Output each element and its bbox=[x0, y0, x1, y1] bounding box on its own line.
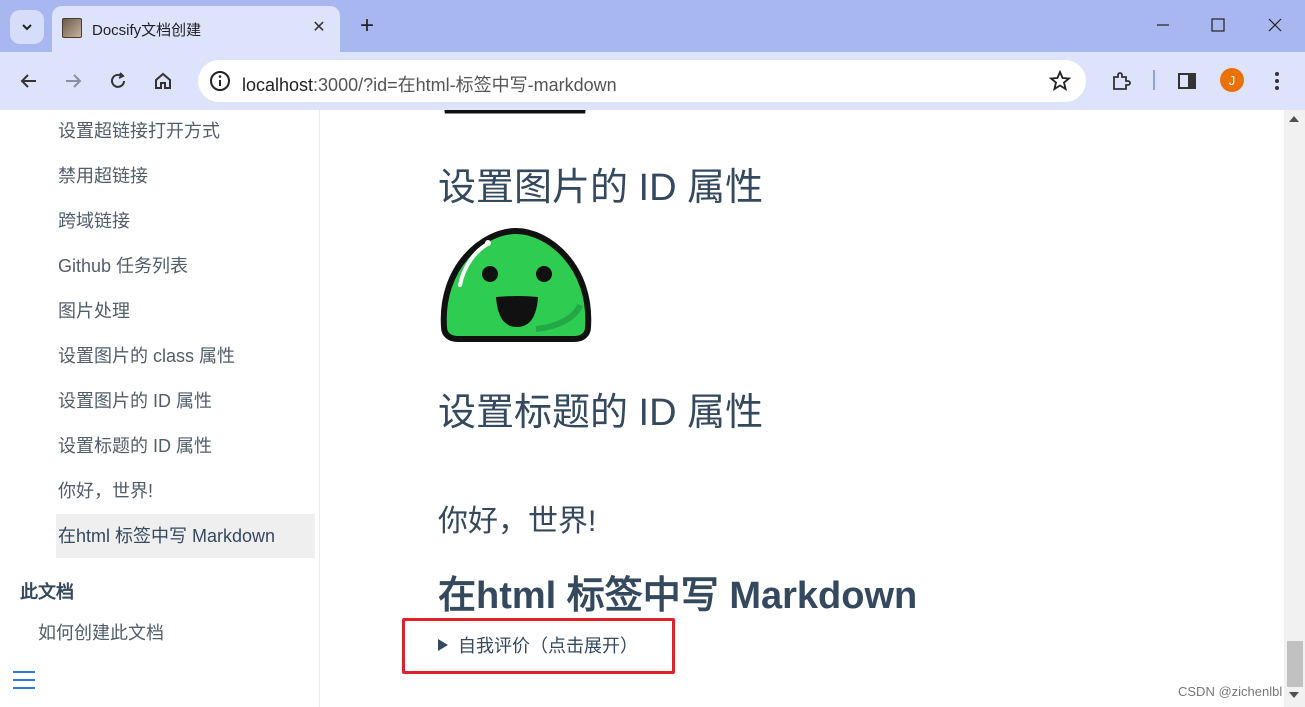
home-button[interactable] bbox=[148, 66, 178, 96]
hello-world-text: 你好，世界! bbox=[438, 505, 597, 538]
more-vert-icon bbox=[1275, 72, 1279, 90]
annotation-highlight-box bbox=[402, 618, 675, 674]
browser-menu-button[interactable] bbox=[1262, 66, 1292, 96]
forward-button[interactable] bbox=[58, 66, 88, 96]
reload-icon bbox=[111, 72, 125, 88]
new-tab-button[interactable]: + bbox=[353, 12, 381, 40]
sidebar-item-hello-world[interactable]: 你好，世界! bbox=[58, 469, 153, 513]
sidebar-item-github-tasklist[interactable]: Github 任务列表 bbox=[58, 244, 188, 288]
browser-tab[interactable]: Docsify文档创建 ✕ bbox=[52, 6, 340, 52]
scrollbar-thumb[interactable] bbox=[1287, 641, 1303, 687]
side-panel-icon bbox=[1178, 73, 1196, 89]
maximize-button[interactable] bbox=[1198, 10, 1238, 40]
site-info-icon[interactable] bbox=[208, 69, 232, 93]
url-host: localhost bbox=[242, 75, 314, 95]
heading-markdown-in-html: 在html 标签中写 Markdown bbox=[438, 575, 918, 617]
back-button[interactable] bbox=[14, 66, 44, 96]
scroll-up-arrow-icon[interactable] bbox=[1289, 116, 1299, 122]
chevron-down-icon bbox=[22, 24, 32, 31]
sidebar-item-heading-id[interactable]: 设置标题的 ID 属性 bbox=[58, 424, 212, 468]
vertical-scrollbar[interactable] bbox=[1284, 110, 1305, 707]
toolbar-separator bbox=[1153, 70, 1155, 90]
tab-title: Docsify文档创建 bbox=[92, 22, 202, 39]
profile-avatar[interactable]: J bbox=[1220, 68, 1244, 92]
maximize-icon bbox=[1211, 18, 1225, 32]
favicon-icon bbox=[62, 18, 82, 38]
sidebar-item-how-to-create[interactable]: 如何创建此文档 bbox=[38, 619, 164, 645]
sidebar-item-markdown-in-html[interactable]: 在html 标签中写 Markdown bbox=[56, 514, 315, 558]
sidebar-item-image-id[interactable]: 设置图片的 ID 属性 bbox=[58, 379, 212, 423]
close-window-icon bbox=[1268, 18, 1282, 32]
home-icon bbox=[155, 72, 171, 89]
minimize-icon bbox=[1157, 24, 1169, 26]
slime-image bbox=[440, 227, 592, 342]
sidebar-toggle-menu-icon[interactable] bbox=[13, 671, 35, 689]
sidebar-item-image-processing[interactable]: 图片处理 bbox=[58, 289, 130, 333]
tab-search-button[interactable] bbox=[10, 10, 44, 44]
minimize-button[interactable] bbox=[1143, 10, 1183, 40]
sidebar-item-image-class[interactable]: 设置图片的 class 属性 bbox=[58, 334, 235, 378]
sidebar-item-cross-origin[interactable]: 跨域链接 bbox=[58, 199, 130, 243]
sidebar-item-link-target[interactable]: 设置超链接打开方式 bbox=[58, 109, 220, 153]
arrow-right-icon bbox=[66, 74, 82, 88]
arrow-left-icon bbox=[20, 74, 36, 88]
bookmark-star-icon[interactable] bbox=[1048, 69, 1072, 93]
slime-image-partial bbox=[444, 110, 586, 114]
puzzle-icon bbox=[1113, 72, 1131, 90]
side-panel-button[interactable] bbox=[1172, 66, 1202, 96]
close-tab-icon[interactable]: ✕ bbox=[308, 16, 330, 38]
url-path: :3000/?id=在html-标签中写-markdown bbox=[313, 75, 617, 95]
sidebar-item-disable-link[interactable]: 禁用超链接 bbox=[58, 154, 148, 198]
sidebar-section-title[interactable]: 此文档 bbox=[20, 578, 74, 604]
url-text[interactable]: localhost:3000/?id=在html-标签中写-markdown bbox=[242, 71, 617, 97]
reload-button[interactable] bbox=[103, 66, 133, 96]
heading-image-id: 设置图片的 ID 属性 bbox=[438, 167, 764, 209]
heading-title-id: 设置标题的 ID 属性 bbox=[438, 392, 764, 434]
browser-toolbar: localhost:3000/?id=在html-标签中写-markdown bbox=[0, 52, 1305, 110]
title-bar: Docsify文档创建 ✕ + bbox=[0, 0, 1305, 52]
address-bar[interactable]: localhost:3000/?id=在html-标签中写-markdown bbox=[198, 60, 1086, 102]
scroll-down-arrow-icon[interactable] bbox=[1289, 692, 1299, 698]
close-window-button[interactable] bbox=[1255, 10, 1295, 40]
extensions-button[interactable] bbox=[1106, 66, 1136, 96]
watermark-text: CSDN @zichenlbl bbox=[1178, 684, 1283, 699]
